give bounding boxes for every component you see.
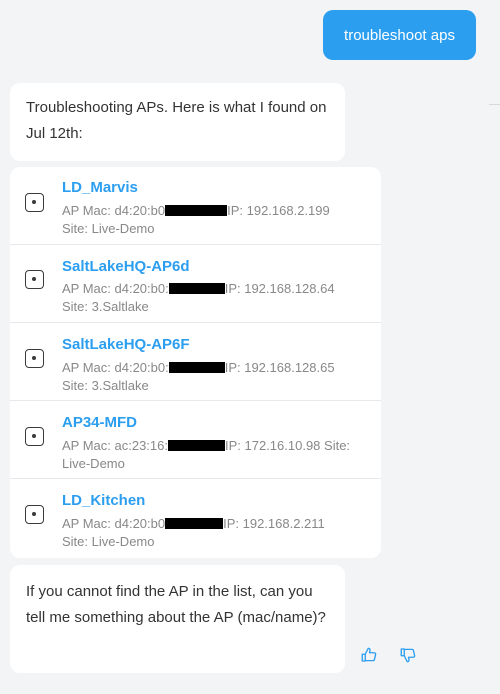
access-point-icon [25,349,44,368]
redaction-bar [168,440,225,451]
access-point-icon [25,270,44,289]
ap-mac-prefix: AP Mac: ac:23:16: [62,438,168,453]
ap-list-item[interactable]: LD_Kitchen AP Mac: d4:20:b0 IP: 192.168.2… [10,479,381,557]
ap-list-item[interactable]: LD_Marvis AP Mac: d4:20:b0 IP: 192.168.2.… [10,167,381,245]
bot-message-bubble: Troubleshooting APs. Here is what I foun… [10,83,345,161]
redaction-bar [165,205,228,216]
ap-site: Site: 3.Saltlake [62,378,149,393]
redaction-bar [168,362,225,373]
ap-list-item[interactable]: AP34-MFD AP Mac: ac:23:16: IP: 172.16.10.… [10,401,381,479]
ap-ip: IP: 192.168.128.65 [224,360,335,375]
bot-message-text: Troubleshooting APs. Here is what I foun… [26,99,327,142]
ap-ip: IP: 192.168.128.64 [224,281,335,296]
ap-name-link[interactable]: SaltLakeHQ-AP6F [62,336,190,353]
ap-mac-prefix: AP Mac: d4:20:b0: [62,360,169,375]
ap-mac-prefix: AP Mac: d4:20:b0 [62,203,166,218]
access-point-icon [25,193,44,212]
ap-mac-prefix: AP Mac: d4:20:b0 [62,516,166,531]
ap-mac-prefix: AP Mac: d4:20:b0: [62,281,169,296]
thumbs-down-icon[interactable] [399,646,417,664]
ap-name-link[interactable]: LD_Marvis [62,179,138,196]
ap-name-link[interactable]: SaltLakeHQ-AP6d [62,258,190,275]
redaction-bar [165,518,224,529]
ap-site: Live-Demo [62,456,125,471]
ap-ip: IP: 172.16.10.98 Site: [225,438,351,453]
ap-name-link[interactable]: AP34-MFD [62,414,137,431]
ap-site: Site: Live-Demo [62,221,155,236]
ap-ip: IP: 192.168.2.199 [227,203,330,218]
ap-site: Site: 3.Saltlake [62,299,149,314]
ap-list-card: LD_Marvis AP Mac: d4:20:b0 IP: 192.168.2.… [10,167,381,558]
ap-list-item[interactable]: SaltLakeHQ-AP6F AP Mac: d4:20:b0: IP: 192… [10,323,381,401]
ap-name-link[interactable]: LD_Kitchen [62,492,145,509]
user-message-bubble: troubleshoot aps [323,10,476,60]
ap-mac-ip-line: AP Mac: d4:20:b0 IP: 192.168.2.199 [62,203,330,218]
ap-mac-ip-line: AP Mac: d4:20:b0: IP: 192.168.128.65 [62,360,335,375]
ap-mac-ip-line: AP Mac: ac:23:16: IP: 172.16.10.98 Site: [62,438,350,453]
redaction-bar [168,283,225,294]
ap-mac-ip-line: AP Mac: d4:20:b0 IP: 192.168.2.211 [62,516,325,531]
bot-followup-bubble: If you cannot find the AP in the list, c… [10,565,345,673]
thumbs-up-icon[interactable] [360,646,378,664]
user-message-text: troubleshoot aps [344,26,455,44]
ap-ip: IP: 192.168.2.211 [223,516,325,531]
ap-list-item[interactable]: SaltLakeHQ-AP6d AP Mac: d4:20:b0: IP: 192… [10,245,381,323]
bot-followup-text: If you cannot find the AP in the list, c… [26,583,326,626]
access-point-icon [25,505,44,524]
access-point-icon [25,427,44,446]
ap-site: Site: Live-Demo [62,534,155,549]
divider [489,104,500,105]
ap-mac-ip-line: AP Mac: d4:20:b0: IP: 192.168.128.64 [62,281,335,296]
